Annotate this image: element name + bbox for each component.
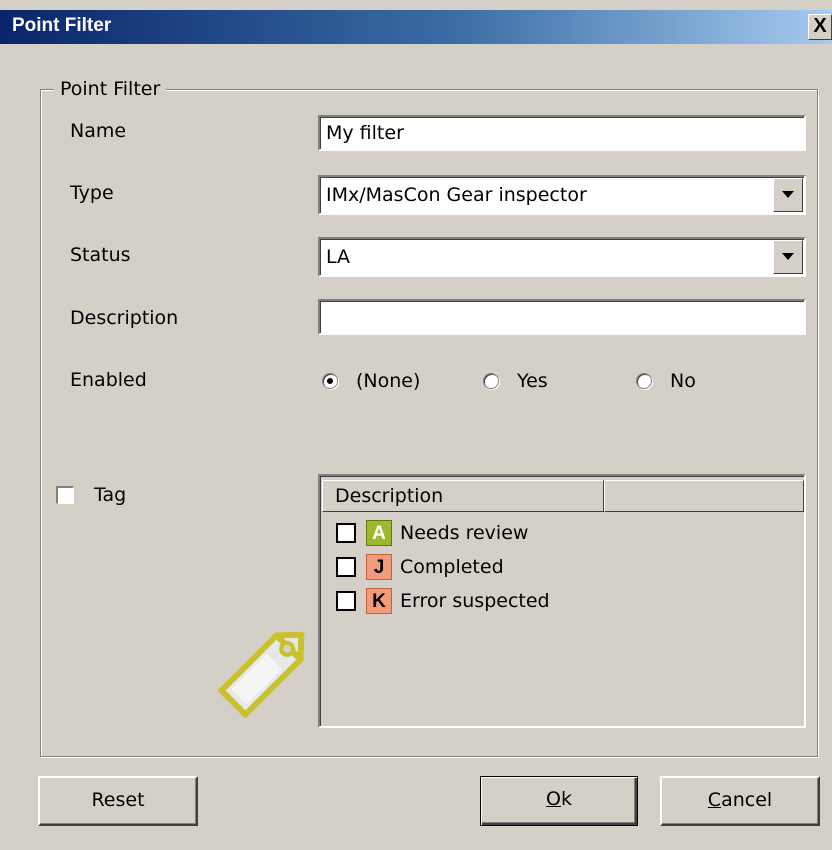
type-value: IMx/MasCon Gear inspector <box>326 184 587 206</box>
ok-mnemonic: O <box>546 788 561 810</box>
list-item[interactable]: J Completed <box>336 550 550 584</box>
radio-label: No <box>670 370 696 392</box>
enabled-radio-yes[interactable]: Yes <box>483 370 548 392</box>
cancel-button[interactable]: Cancel <box>660 776 820 826</box>
radio-button[interactable] <box>483 373 499 389</box>
description-input[interactable] <box>318 299 806 335</box>
radio-label: (None) <box>356 370 421 392</box>
status-dropdown-button[interactable] <box>773 240 803 274</box>
row-label: Needs review <box>400 522 529 544</box>
list-item[interactable]: A Needs review <box>336 516 550 550</box>
name-input[interactable]: My filter <box>318 115 806 151</box>
type-dropdown-button[interactable] <box>773 178 803 212</box>
column-header-empty[interactable] <box>604 480 804 512</box>
cancel-mnemonic: C <box>707 789 722 811</box>
enabled-label: Enabled <box>70 369 147 391</box>
tag-listview[interactable]: Description A Needs review J Completed K… <box>318 474 806 728</box>
cancel-label-rest: ancel <box>721 789 773 811</box>
listview-header: Description <box>322 480 804 512</box>
radio-label: Yes <box>517 370 548 392</box>
window-title: Point Filter <box>12 15 112 36</box>
tag-checkbox[interactable] <box>56 486 74 504</box>
enabled-radio-none[interactable]: (None) <box>322 370 420 392</box>
row-label: Completed <box>400 556 504 578</box>
row-label: Error suspected <box>400 590 550 612</box>
description-label: Description <box>70 307 179 329</box>
row-checkbox[interactable] <box>336 523 356 543</box>
tag-checkbox-group[interactable]: Tag <box>56 484 126 506</box>
chevron-down-icon <box>782 191 794 198</box>
title-bar[interactable]: Point Filter X <box>0 10 832 44</box>
point-filter-dialog: Point Filter X Point Filter Name My filt… <box>0 0 832 850</box>
close-icon[interactable]: X <box>808 14 832 40</box>
chevron-down-icon <box>782 253 794 260</box>
tag-badge-a: A <box>366 520 392 546</box>
tag-badge-j: J <box>366 554 392 580</box>
name-label: Name <box>70 120 127 142</box>
status-label: Status <box>70 244 131 266</box>
type-label: Type <box>70 182 114 204</box>
tag-badge-k: K <box>366 588 392 614</box>
groupbox-legend: Point Filter <box>54 78 167 100</box>
ok-button[interactable]: Ok <box>480 776 638 826</box>
type-dropdown[interactable]: IMx/MasCon Gear inspector <box>318 175 806 215</box>
tag-label: Tag <box>94 484 127 506</box>
radio-button[interactable] <box>636 373 652 389</box>
column-header-description[interactable]: Description <box>322 480 604 512</box>
row-checkbox[interactable] <box>336 557 356 577</box>
ok-label-rest: k <box>560 788 572 810</box>
status-dropdown[interactable]: LA <box>318 237 806 277</box>
listview-rows: A Needs review J Completed K Error suspe… <box>336 516 550 618</box>
list-item[interactable]: K Error suspected <box>336 584 550 618</box>
radio-button[interactable] <box>322 373 338 389</box>
reset-button[interactable]: Reset <box>38 776 198 826</box>
tag-icon <box>218 631 305 718</box>
row-checkbox[interactable] <box>336 591 356 611</box>
status-value: LA <box>326 246 351 268</box>
enabled-radio-no[interactable]: No <box>636 370 696 392</box>
